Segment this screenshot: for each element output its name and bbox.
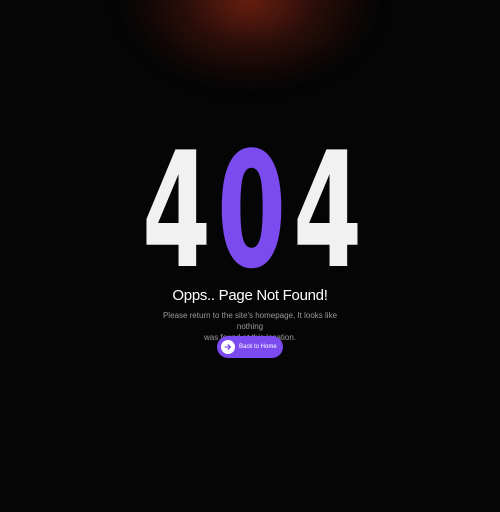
error-code-digit-last: 4	[292, 117, 362, 304]
error-code-digit-first: 4	[142, 117, 211, 304]
error-description-line-1: Please return to the site's homepage, It…	[162, 311, 338, 331]
back-to-home-button[interactable]: Back to Home	[217, 336, 283, 358]
error-code: 404	[0, 117, 500, 304]
background-glow	[120, 0, 380, 90]
page-title: Opps.. Page Not Found!	[172, 287, 328, 304]
error-page: 404 Opps.. Page Not Found! Please return…	[0, 0, 500, 512]
arrow-right-icon	[221, 340, 235, 354]
error-code-digit-middle: 0	[217, 117, 286, 304]
back-to-home-label: Back to Home	[239, 344, 277, 350]
